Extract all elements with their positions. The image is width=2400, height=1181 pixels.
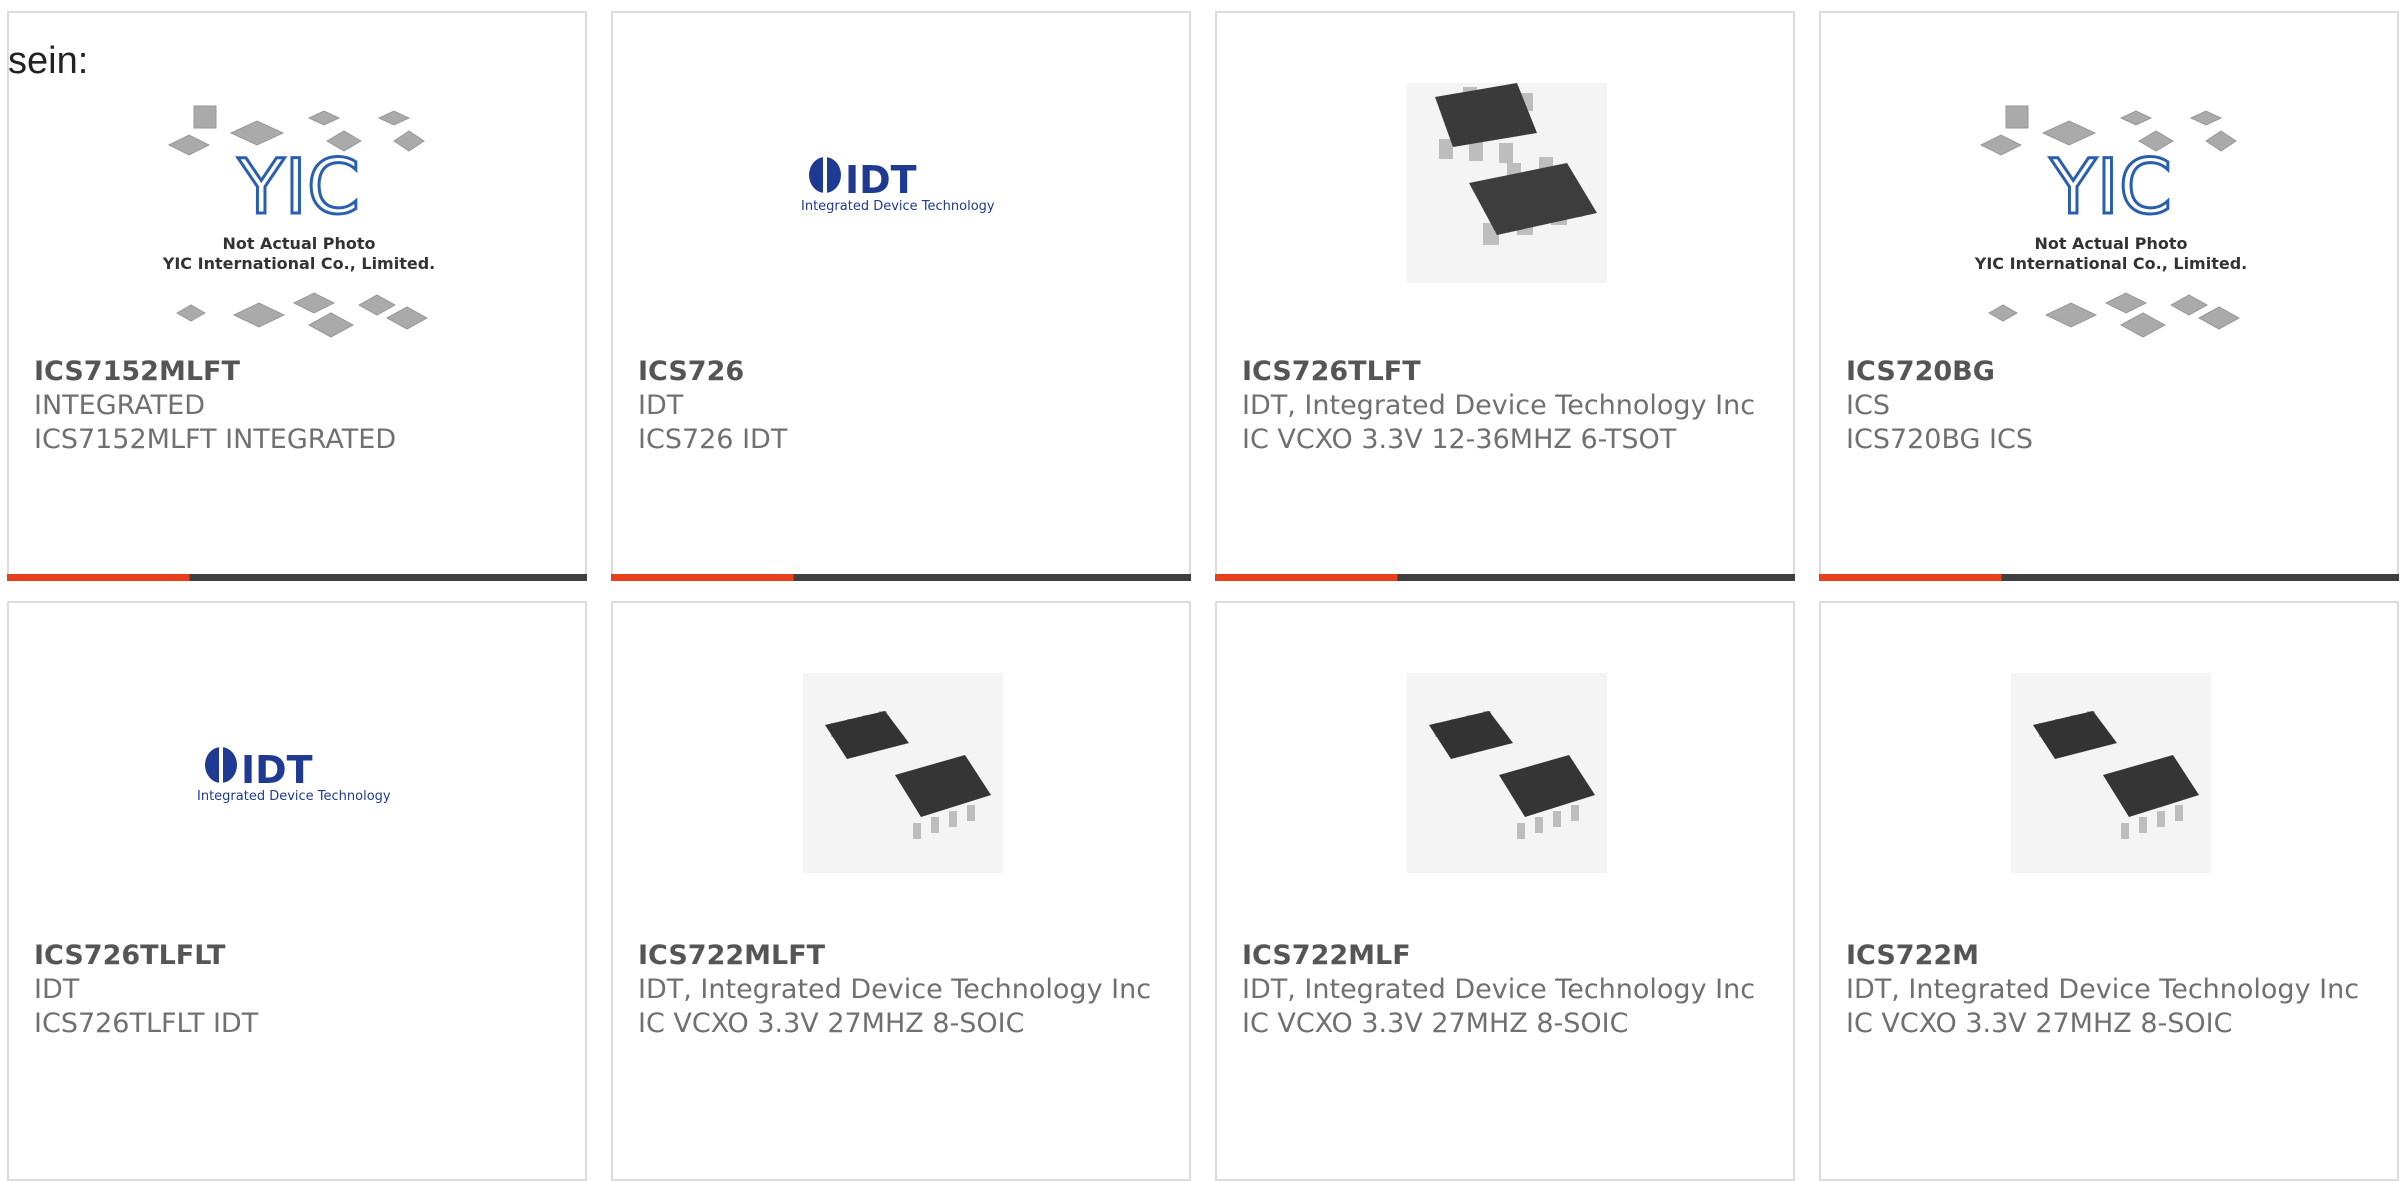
part-number[interactable]: ICS722MLFT xyxy=(638,939,1164,973)
idt-brand: IDT xyxy=(241,748,313,792)
description: IC VCXO 3.3V 27MHZ 8-SOIC xyxy=(638,1008,1025,1039)
product-image-placeholder[interactable]: YIC Not Actual Photo YIC International C… xyxy=(9,13,585,353)
part-number[interactable]: ICS726TLFT xyxy=(1242,355,1768,389)
product-card[interactable]: ICS722MLF IDT, Integrated Device Technol… xyxy=(1215,601,1795,1181)
placeholder-line1: Not Actual Photo xyxy=(222,234,375,253)
description: ICS726 IDT xyxy=(638,424,788,455)
card-accent-bar xyxy=(611,574,1191,581)
idt-tagline: Integrated Device Technology xyxy=(197,789,391,804)
product-card[interactable]: IDT Integrated Device Technology ICS726 … xyxy=(611,11,1191,581)
manufacturer: IDT xyxy=(638,390,684,421)
idt-logo-image[interactable]: IDT Integrated Device Technology xyxy=(9,603,585,933)
placeholder-line2: YIC International Co., Limited. xyxy=(1974,254,2247,273)
card-accent-bar xyxy=(1819,574,2399,581)
manufacturer: IDT, Integrated Device Technology Inc xyxy=(1242,390,1756,421)
product-card[interactable]: ICS722M IDT, Integrated Device Technolog… xyxy=(1819,601,2399,1181)
idt-brand: IDT xyxy=(845,158,917,202)
idt-logo-image[interactable]: IDT Integrated Device Technology xyxy=(613,13,1189,353)
placeholder-line1: Not Actual Photo xyxy=(2034,234,2187,253)
svg-text:YIC: YIC xyxy=(237,142,360,231)
part-number[interactable]: ICS722MLF xyxy=(1242,939,1768,973)
manufacturer: ICS xyxy=(1846,390,1890,421)
description: IC VCXO 3.3V 27MHZ 8-SOIC xyxy=(1846,1008,2233,1039)
description: IC VCXO 3.3V 27MHZ 8-SOIC xyxy=(1242,1008,1629,1039)
product-image-placeholder[interactable]: YIC Not Actual Photo YIC International C… xyxy=(1821,13,2397,353)
description: IC VCXO 3.3V 12-36MHZ 6-TSOT xyxy=(1242,424,1677,455)
product-card[interactable]: ICS726TLFT IDT, Integrated Device Techno… xyxy=(1215,11,1795,581)
card-accent-bar xyxy=(7,574,587,581)
part-number[interactable]: ICS726 xyxy=(638,355,1164,389)
description: ICS720BG ICS xyxy=(1846,424,2033,455)
placeholder-line2: YIC International Co., Limited. xyxy=(162,254,435,273)
chip-image-8soic[interactable] xyxy=(1821,603,2397,933)
part-number[interactable]: ICS722M xyxy=(1846,939,2372,973)
manufacturer: IDT, Integrated Device Technology Inc xyxy=(638,974,1152,1005)
card-accent-bar xyxy=(1215,574,1795,581)
idt-tagline: Integrated Device Technology xyxy=(801,199,995,214)
intro-text: sein: xyxy=(8,40,89,82)
product-card[interactable]: ICS722MLFT IDT, Integrated Device Techno… xyxy=(611,601,1191,1181)
part-number[interactable]: ICS726TLFLT xyxy=(34,939,560,973)
svg-text:YIC: YIC xyxy=(2049,142,2172,231)
chip-image-8soic[interactable] xyxy=(1217,603,1793,933)
manufacturer: IDT, Integrated Device Technology Inc xyxy=(1242,974,1756,1005)
manufacturer: IDT xyxy=(34,974,80,1005)
product-card[interactable]: IDT Integrated Device Technology ICS726T… xyxy=(7,601,587,1181)
part-number[interactable]: ICS720BG xyxy=(1846,355,2372,389)
description: ICS726TLFLT IDT xyxy=(34,1008,259,1039)
manufacturer: INTEGRATED xyxy=(34,390,206,421)
product-card[interactable]: YIC Not Actual Photo YIC International C… xyxy=(1819,11,2399,581)
part-number[interactable]: ICS7152MLFT xyxy=(34,355,560,389)
chip-image-8soic[interactable] xyxy=(613,603,1189,933)
description: ICS7152MLFT INTEGRATED xyxy=(34,424,397,455)
chip-image-6tsot[interactable] xyxy=(1217,13,1793,353)
product-card[interactable]: YIC Not Actual Photo YIC International C… xyxy=(7,11,587,581)
manufacturer: IDT, Integrated Device Technology Inc xyxy=(1846,974,2360,1005)
